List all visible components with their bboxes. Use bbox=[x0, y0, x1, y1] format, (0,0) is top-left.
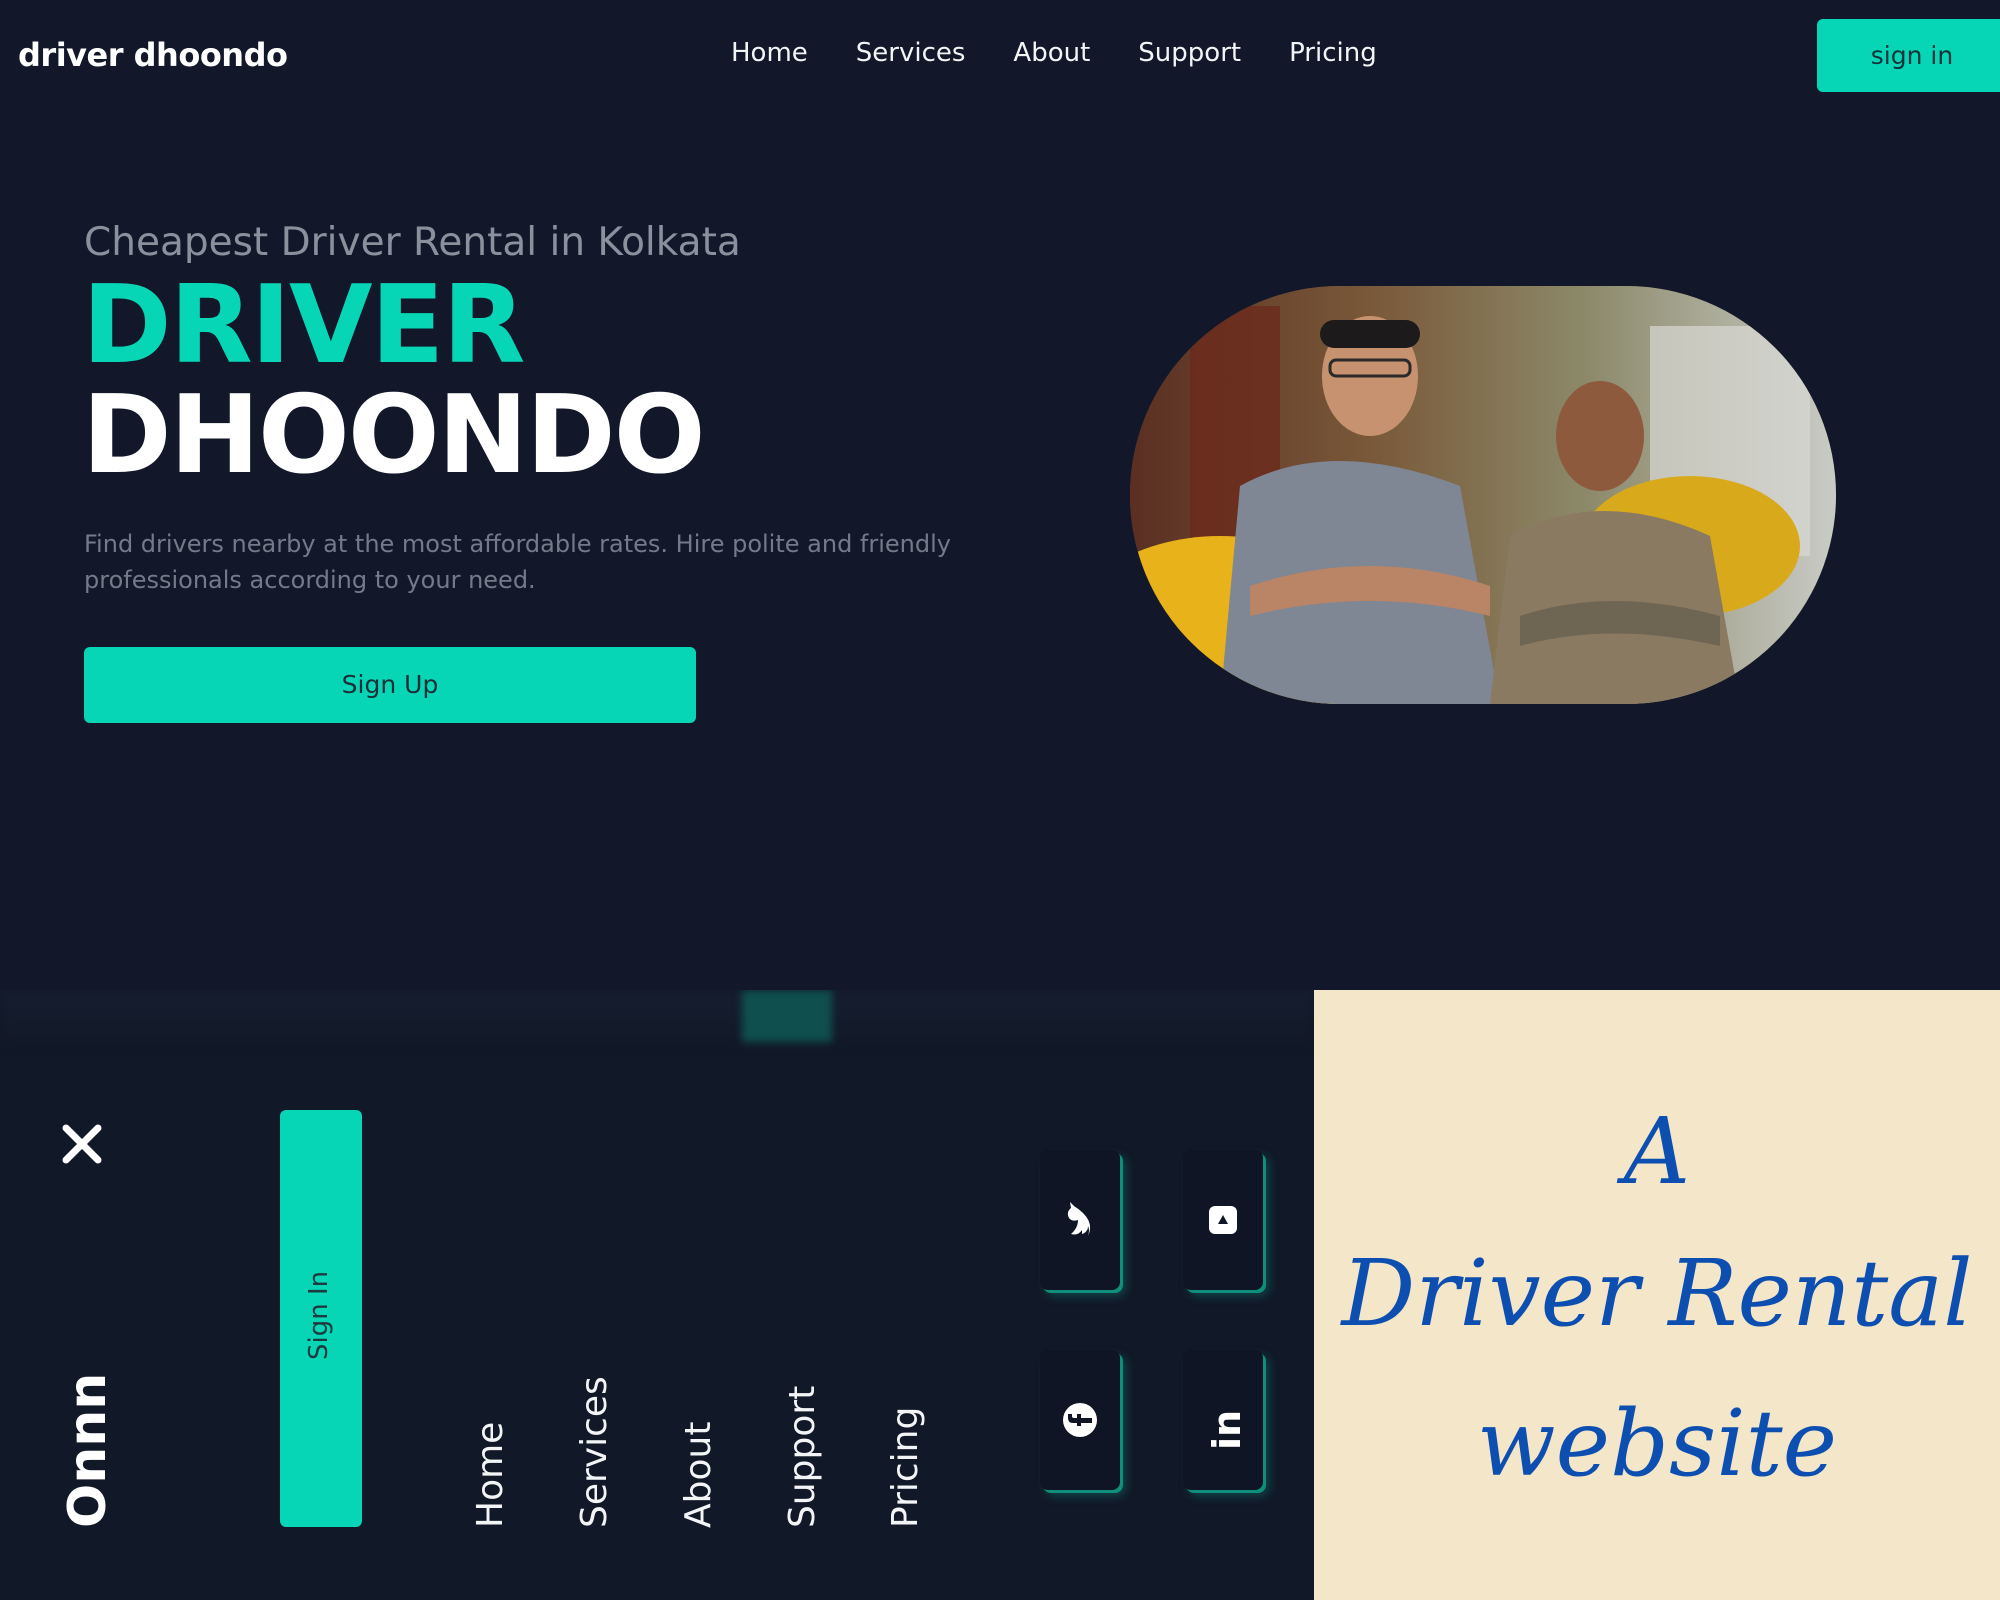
nav-link-support[interactable]: Support bbox=[1138, 38, 1241, 68]
nav-link-pricing[interactable]: Pricing bbox=[1289, 38, 1377, 68]
drivers-photo-illustration bbox=[1130, 286, 1836, 704]
mobile-nav-pricing[interactable]: Pricing bbox=[885, 1407, 926, 1528]
mobile-nav-services[interactable]: Services bbox=[574, 1376, 615, 1528]
caption-card: A Driver Rental website bbox=[1314, 990, 2000, 1600]
mobile-brand: Onnn bbox=[58, 1372, 118, 1528]
hero-title-dhoondo: DHOONDO bbox=[82, 373, 706, 498]
hero-description: Find drivers nearby at the most affordab… bbox=[84, 530, 951, 594]
instagram-button[interactable] bbox=[1183, 1150, 1263, 1290]
instagram-icon bbox=[1209, 1206, 1237, 1234]
hero-subtitle: Cheapest Driver Rental in Kolkata bbox=[84, 220, 741, 265]
facebook-icon bbox=[1063, 1403, 1097, 1437]
sign-up-button[interactable]: Sign Up bbox=[84, 647, 696, 723]
hero-drivers-photo bbox=[1130, 286, 1836, 704]
facebook-button[interactable] bbox=[1040, 1350, 1120, 1490]
nav-link-home[interactable]: Home bbox=[731, 38, 808, 68]
mobile-nav-home[interactable]: Home bbox=[470, 1422, 511, 1528]
desktop-site: driver dhoondo Home Services About Suppo… bbox=[0, 0, 2000, 990]
mobile-nav-support[interactable]: Support bbox=[782, 1386, 823, 1528]
hero-title-driver: DRIVER bbox=[82, 263, 526, 388]
twitter-icon bbox=[1067, 1202, 1091, 1236]
nav-link-about[interactable]: About bbox=[1013, 38, 1090, 68]
top-navbar: driver dhoondo Home Services About Suppo… bbox=[0, 0, 2000, 110]
sign-in-button[interactable]: sign in bbox=[1817, 19, 2000, 92]
blurred-header-strip bbox=[0, 990, 1314, 1046]
mobile-sign-in-label[interactable]: Sign In bbox=[304, 1271, 334, 1360]
caption-line-3: website bbox=[1476, 1390, 1838, 1497]
mobile-nav-about[interactable]: About bbox=[678, 1422, 719, 1528]
nav-links: Home Services About Support Pricing bbox=[731, 38, 1425, 68]
site-logo[interactable]: driver dhoondo bbox=[18, 36, 288, 74]
caption-line-1: A bbox=[1623, 1098, 1691, 1205]
nav-link-services[interactable]: Services bbox=[856, 38, 966, 68]
twitter-button[interactable] bbox=[1040, 1150, 1120, 1290]
linkedin-icon: in bbox=[1205, 1409, 1249, 1450]
linkedin-button[interactable]: in bbox=[1183, 1350, 1263, 1490]
close-icon[interactable] bbox=[58, 1120, 106, 1168]
mobile-menu-panel: Onnn Sign In Home Services About Support… bbox=[0, 990, 1314, 1594]
caption-line-2: Driver Rental bbox=[1341, 1240, 1973, 1347]
